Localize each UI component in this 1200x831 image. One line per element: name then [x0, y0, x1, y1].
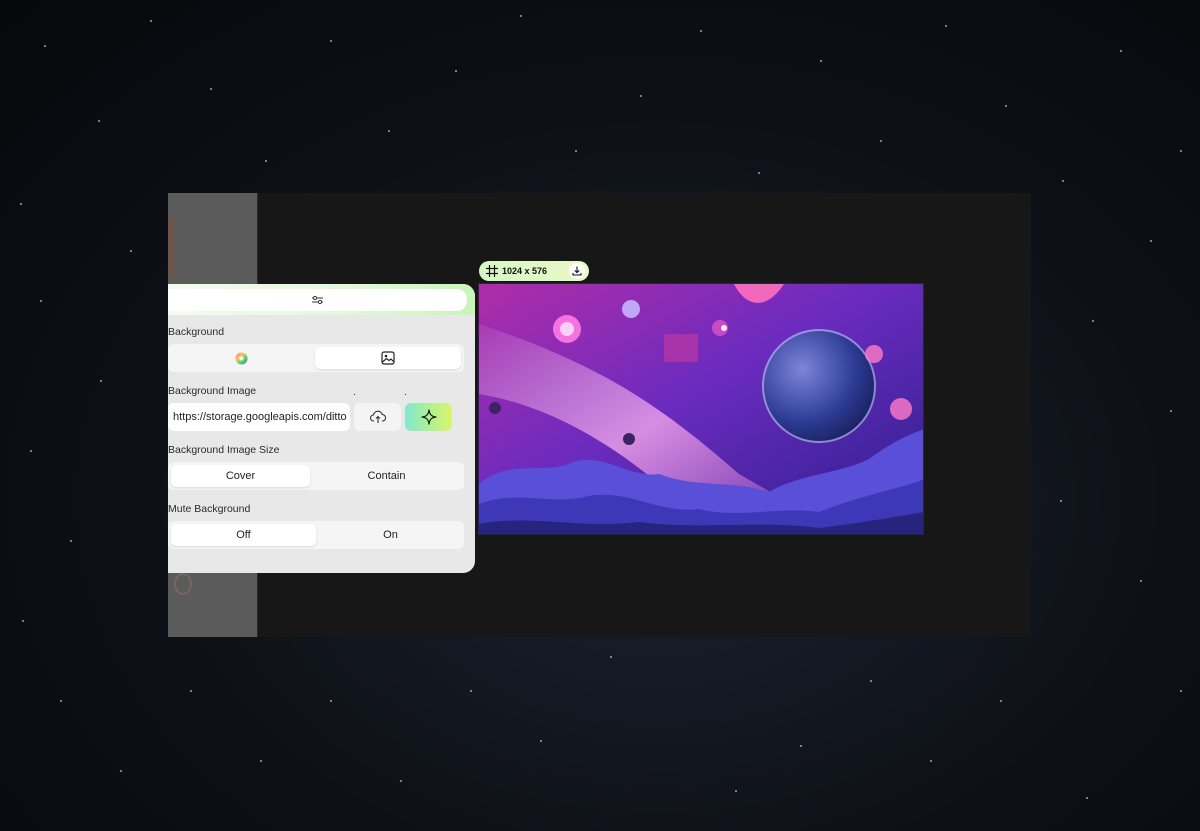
upload-image-button[interactable] — [354, 403, 401, 431]
background-image-url-input[interactable] — [168, 403, 350, 431]
sparkle-icon — [420, 409, 437, 425]
space-scene-image — [479, 284, 923, 534]
image-size-contain-option[interactable]: Contain — [314, 465, 459, 487]
background-label: Background — [168, 326, 225, 338]
sliders-icon[interactable] — [312, 295, 323, 305]
separator-dot — [354, 394, 355, 395]
canvas-size-badge: 1024 x 576 — [479, 261, 589, 281]
generate-image-button[interactable] — [405, 403, 452, 431]
canvas-size-text: 1024 x 576 — [502, 266, 548, 276]
canvas-background-image[interactable] — [478, 283, 924, 535]
image-size-label: Background Image Size — [168, 444, 280, 456]
image-icon — [381, 351, 395, 365]
background-settings-panel: Background Background Image https://stor… — [168, 284, 475, 573]
preview-fragment — [168, 217, 174, 277]
panel-header — [168, 284, 475, 315]
background-image-option[interactable] — [315, 347, 461, 369]
panel-header-bar[interactable] — [168, 289, 467, 311]
background-type-toggle — [168, 344, 464, 372]
mute-off-option[interactable]: Off — [171, 524, 316, 546]
download-button[interactable] — [569, 263, 585, 279]
frame-icon — [486, 265, 498, 277]
background-image-label: Background Image — [168, 385, 257, 397]
mute-background-label: Mute Background — [168, 503, 251, 515]
preview-fragment — [174, 573, 192, 595]
color-wheel-icon — [234, 351, 248, 365]
cloud-upload-icon — [369, 410, 386, 424]
separator-dot — [405, 394, 406, 395]
image-size-toggle: Cover Contain — [168, 462, 464, 490]
mute-background-toggle: Off On — [168, 521, 464, 549]
background-color-option[interactable] — [171, 347, 311, 369]
download-icon — [572, 266, 582, 276]
image-size-cover-option[interactable]: Cover — [171, 465, 310, 487]
mute-on-option[interactable]: On — [320, 524, 461, 546]
